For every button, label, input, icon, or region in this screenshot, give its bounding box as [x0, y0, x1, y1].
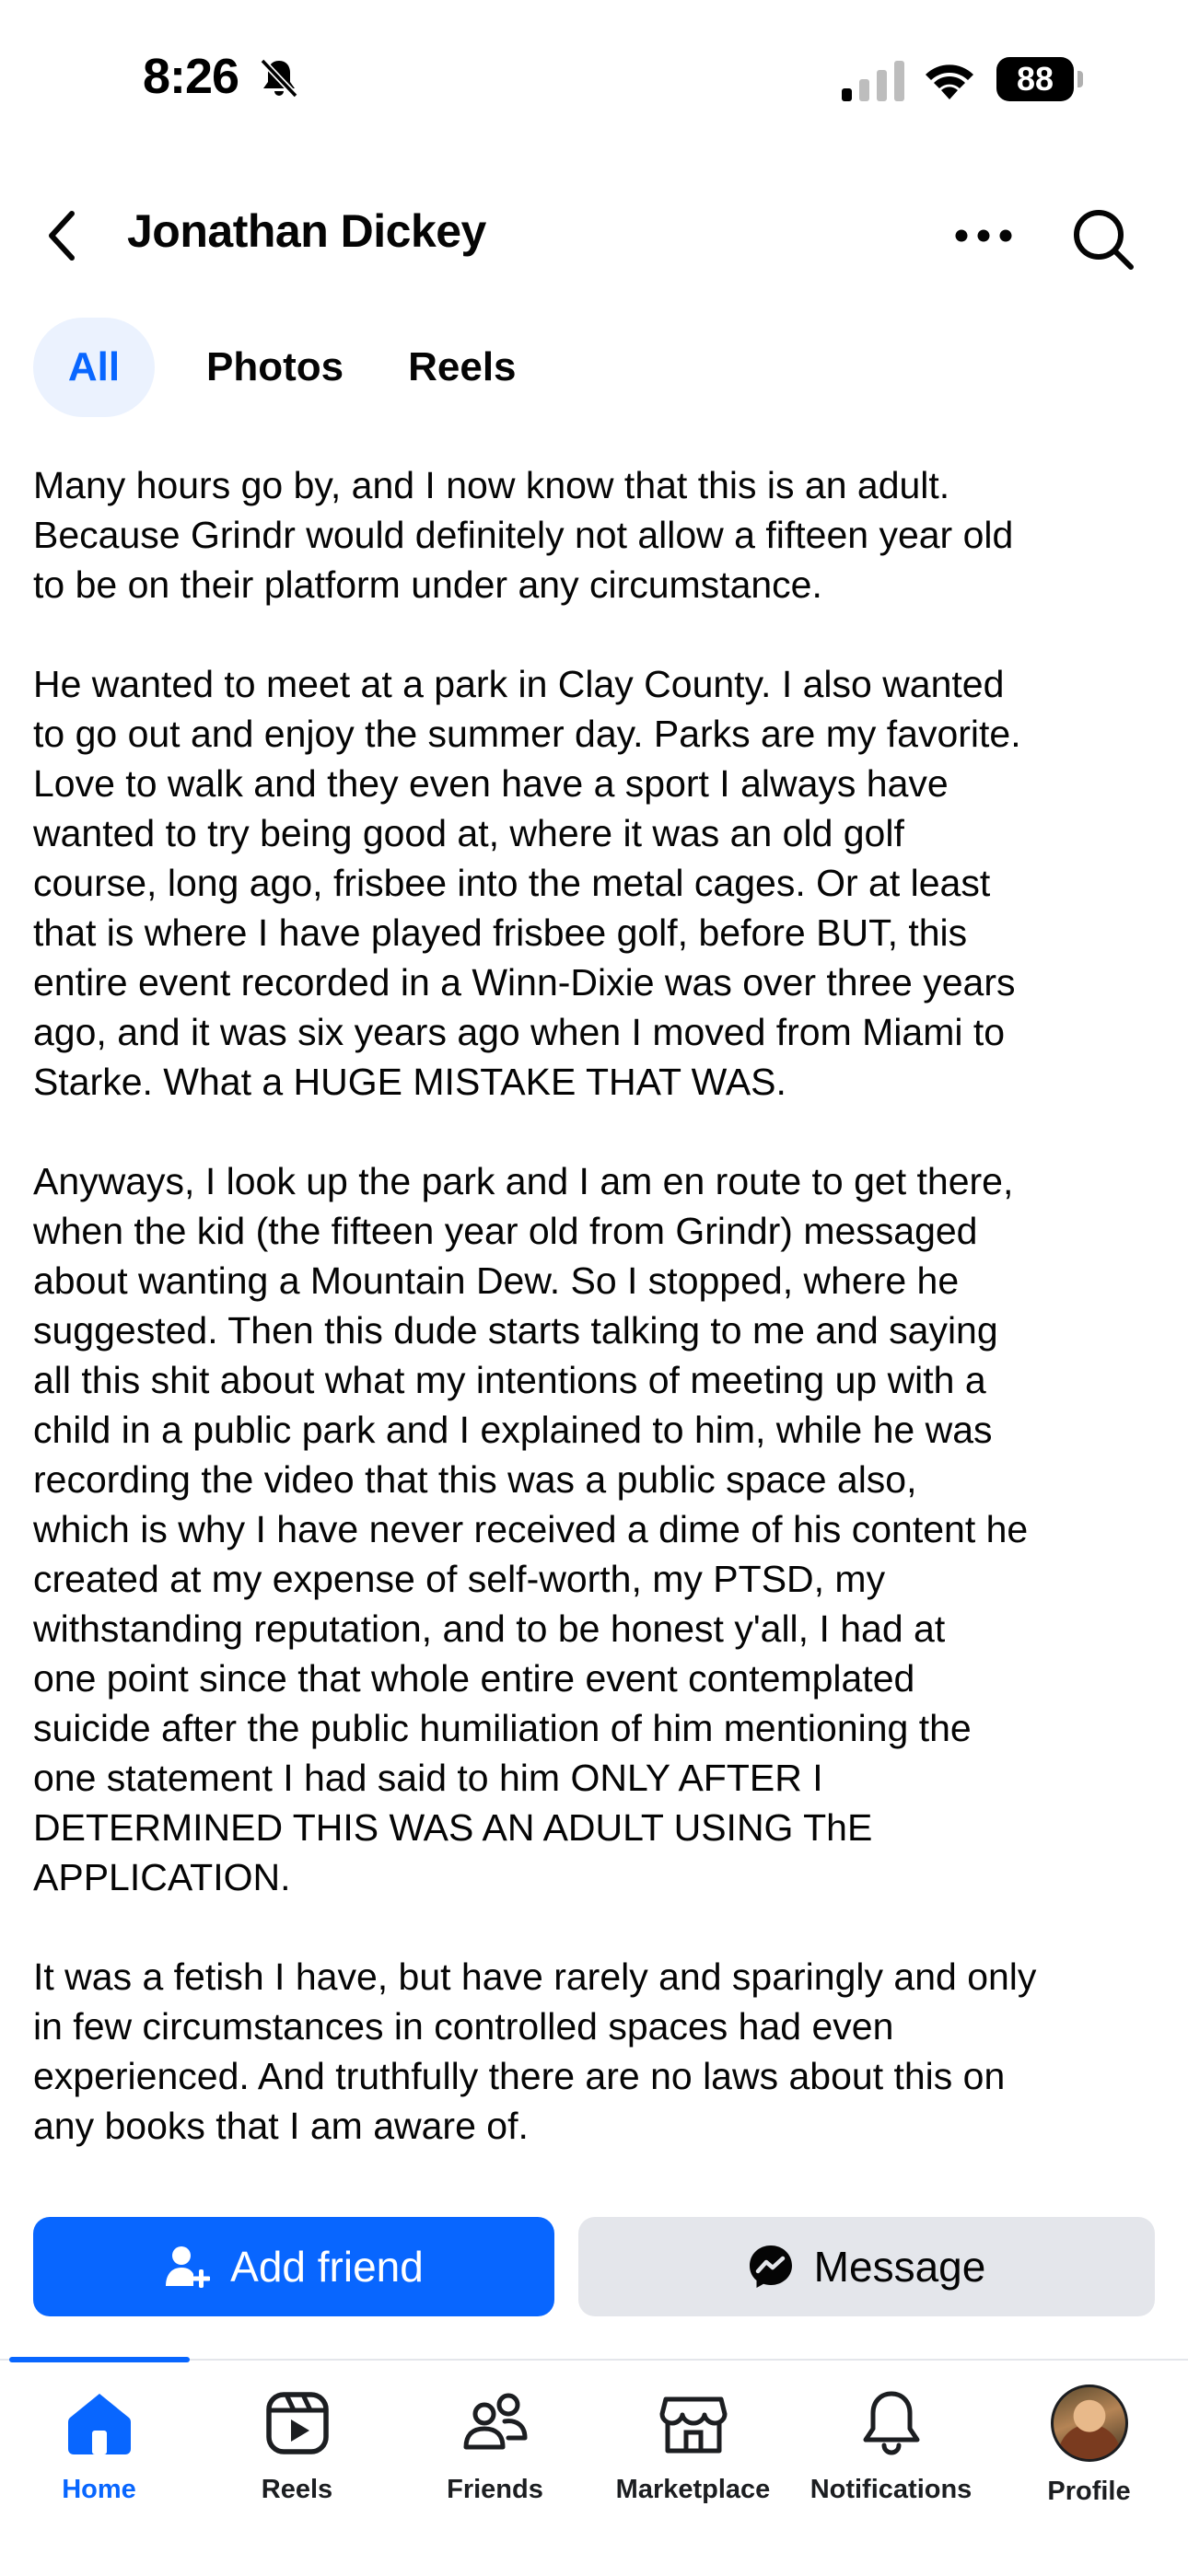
- bottom-navigation: Home Reels Friends Marketplace Notificat…: [0, 2357, 1188, 2576]
- message-label: Message: [813, 2243, 986, 2291]
- battery-level: 88: [996, 57, 1074, 101]
- tab-photos[interactable]: Photos: [179, 318, 371, 417]
- nav-notifications[interactable]: Notifications: [792, 2386, 990, 2543]
- nav-label: Marketplace: [615, 2475, 771, 2504]
- profile-actions: Add friend Message: [33, 2217, 1155, 2316]
- nav-profile[interactable]: Profile: [990, 2385, 1188, 2543]
- nav-home[interactable]: Home: [0, 2386, 198, 2543]
- chevron-left-icon: [49, 211, 75, 261]
- post-paragraph: It was a fetish I have, but have rarely …: [33, 1955, 1037, 2147]
- page-title: Jonathan Dickey: [127, 205, 486, 257]
- marketplace-icon: [659, 2396, 727, 2454]
- status-time: 8:26: [143, 49, 239, 104]
- post-paragraph: Anyways, I look up the park and I am en …: [33, 1160, 1029, 1898]
- wifi-icon: [926, 64, 973, 99]
- battery-cap: [1077, 71, 1083, 87]
- back-button[interactable]: [33, 206, 92, 265]
- nav-label: Home: [62, 2475, 136, 2504]
- post-paragraph: Many hours go by, and I now know that th…: [33, 464, 1014, 606]
- more-options-button[interactable]: [949, 212, 1019, 260]
- post-paragraph: He wanted to meet at a park in Clay Coun…: [33, 663, 1021, 1103]
- profile-header: Jonathan Dickey: [0, 184, 1188, 285]
- friends-icon: [463, 2393, 527, 2450]
- message-button[interactable]: Message: [578, 2217, 1155, 2316]
- messenger-icon: [749, 2245, 792, 2288]
- tab-reels[interactable]: Reels: [380, 318, 543, 417]
- add-person-icon: [166, 2246, 211, 2288]
- search-button[interactable]: [1068, 204, 1138, 274]
- active-tab-indicator: [9, 2357, 190, 2362]
- reels-icon: [265, 2392, 329, 2454]
- add-friend-button[interactable]: Add friend: [33, 2217, 554, 2316]
- nav-label: Friends: [447, 2475, 543, 2504]
- nav-label: Profile: [1047, 2477, 1131, 2506]
- tab-all[interactable]: All: [33, 318, 155, 417]
- nav-reels[interactable]: Reels: [198, 2386, 396, 2543]
- bell-muted-icon: [260, 58, 298, 99]
- content-tabs: All Photos Reels: [33, 318, 544, 417]
- avatar: [1050, 2385, 1128, 2462]
- add-friend-label: Add friend: [230, 2243, 424, 2291]
- nav-marketplace[interactable]: Marketplace: [594, 2386, 792, 2543]
- battery-icon: 88: [996, 57, 1085, 101]
- post-body: Many hours go by, and I now know that th…: [33, 460, 1166, 2151]
- status-bar: 8:26 88: [0, 0, 1188, 157]
- nav-friends[interactable]: Friends: [396, 2386, 594, 2543]
- search-icon: [1074, 210, 1134, 270]
- home-icon: [67, 2394, 131, 2454]
- bell-icon: [863, 2391, 919, 2455]
- more-dots-icon: [955, 229, 1012, 242]
- nav-label: Notifications: [809, 2475, 973, 2504]
- cellular-signal-icon: [842, 61, 904, 101]
- nav-label: Reels: [261, 2475, 333, 2504]
